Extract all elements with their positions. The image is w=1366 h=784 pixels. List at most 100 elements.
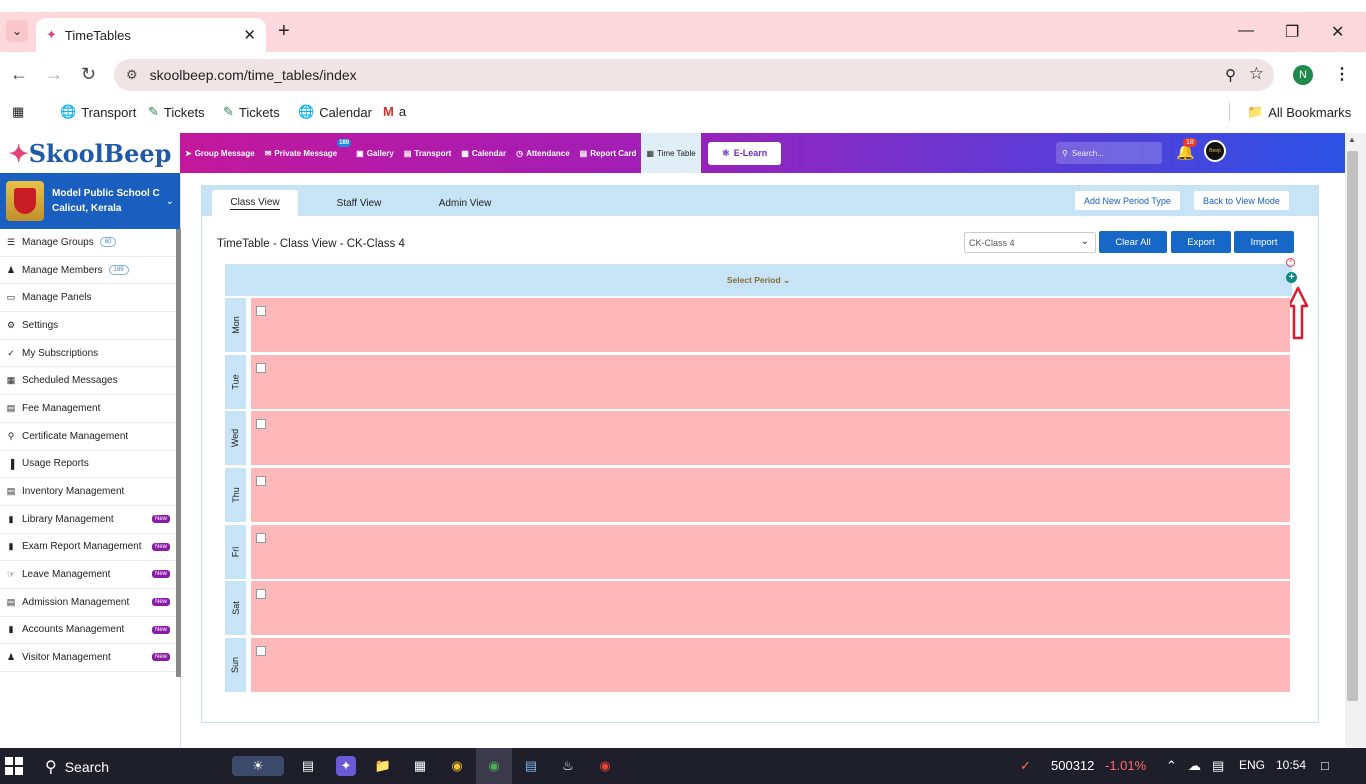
minimize-icon[interactable]: — <box>1238 22 1254 40</box>
import-button[interactable]: Import <box>1234 231 1294 253</box>
nav-report-card[interactable]: ▤ Report Card <box>575 133 642 173</box>
browser-tab[interactable]: ✦ TimeTables ✕ <box>36 18 266 52</box>
language-indicator[interactable]: ENG <box>1239 758 1265 772</box>
sidebar-item-manage-groups[interactable]: ☰ Manage Groups 60 <box>0 229 180 257</box>
sidebar-item-inventory-management[interactable]: ▤ Inventory Management <box>0 478 180 506</box>
news-widget-icon[interactable]: ☀ <box>232 756 284 776</box>
sidebar-item-admission-management[interactable]: ▤ Admission Management New <box>0 589 180 617</box>
nav-transport[interactable]: ▤ Transport <box>399 133 456 173</box>
sidebar-item-manage-panels[interactable]: ▭ Manage Panels <box>0 284 180 313</box>
day-periods-cell[interactable] <box>251 581 1290 635</box>
page-scrollbar[interactable]: ▲ <box>1345 133 1366 747</box>
bookmark-tickets-2[interactable]: ✎ Tickets <box>223 104 280 120</box>
task-view-icon[interactable]: ▤ <box>298 756 318 776</box>
tab-search-chevron-icon[interactable]: ⌄ <box>6 20 28 42</box>
back-arrow-icon[interactable]: ← <box>10 64 28 85</box>
bookmark-gmail[interactable]: Ma <box>383 104 406 119</box>
day-periods-cell[interactable] <box>251 411 1290 465</box>
sidebar-item-usage-reports[interactable]: ▐ Usage Reports <box>0 451 180 479</box>
forward-arrow-icon[interactable]: → <box>45 64 63 85</box>
sidebar-item-library-management[interactable]: ▮ Library Management New <box>0 506 180 534</box>
sidebar-item-accounts-management[interactable]: ▮ Accounts Management New <box>0 617 180 645</box>
header-search-input[interactable]: ⚲ Search... <box>1056 142 1162 164</box>
window-close-icon[interactable]: ✕ <box>1331 22 1344 42</box>
sidebar-item-manage-members[interactable]: ♟ Manage Members 189 <box>0 257 180 285</box>
skoolbeep-logo[interactable]: ✦SkoolBeep <box>0 133 180 173</box>
network-icon[interactable]: ▤ <box>1212 758 1224 774</box>
nav-private-message[interactable]: ✉ Private Message 189 <box>260 133 352 173</box>
all-bookmarks[interactable]: 📁 All Bookmarks <box>1247 104 1351 120</box>
taskbar-search[interactable]: ⚲ Search <box>45 757 109 777</box>
user-avatar[interactable]: Beep <box>1204 140 1226 162</box>
day-periods-cell[interactable] <box>251 525 1290 579</box>
elearn-button[interactable]: ⚛ E-Learn <box>707 141 782 165</box>
scroll-up-icon[interactable]: ▲ <box>1348 135 1356 144</box>
apps-grid-icon[interactable]: ▦ <box>12 104 24 120</box>
day-checkbox[interactable] <box>256 419 266 429</box>
day-periods-cell[interactable] <box>251 355 1290 409</box>
zoom-icon[interactable]: ⚲ <box>1225 66 1236 84</box>
chrome-icon[interactable]: ◉ <box>447 756 467 776</box>
tray-chevron-up-icon[interactable]: ⌃ <box>1166 758 1177 774</box>
windows-start-icon[interactable] <box>5 757 23 775</box>
notifications-icon[interactable]: □ <box>1321 758 1329 773</box>
scrollbar-thumb[interactable] <box>1347 151 1358 701</box>
day-periods-cell[interactable] <box>251 298 1290 352</box>
export-button[interactable]: Export <box>1171 231 1231 253</box>
store-icon[interactable]: ▦ <box>410 756 430 776</box>
nav-time-table[interactable]: ▦ Time Table <box>641 133 701 173</box>
copilot-icon[interactable]: ✦ <box>336 756 356 776</box>
reload-icon[interactable]: ↻ <box>81 64 96 85</box>
new-tab-plus-icon[interactable]: + <box>278 20 290 43</box>
chevron-down-icon[interactable]: ⌄ <box>166 196 174 207</box>
sidebar-item-leave-management[interactable]: ☞ Leave Management New <box>0 561 180 589</box>
url-field[interactable]: ⚙ skoolbeep.com/time_tables/index <box>114 59 1274 91</box>
day-periods-cell[interactable] <box>251 468 1290 522</box>
browser-menu-icon[interactable]: ⋮ <box>1334 64 1350 84</box>
weather-icon[interactable]: ☁ <box>1188 758 1201 774</box>
class-select[interactable]: CK-Class 4 ⌄ <box>964 232 1096 253</box>
nav-gallery[interactable]: ▣ Gallery <box>351 133 399 173</box>
nav-attendance[interactable]: ◷ Attendance <box>511 133 575 173</box>
sidebar-item-certificate-management[interactable]: ⚲ Certificate Management <box>0 423 180 451</box>
profile-avatar[interactable]: N <box>1293 65 1313 85</box>
bookmark-transport[interactable]: 🌐 Transport <box>60 104 136 120</box>
nav-group-message[interactable]: ➤ Group Message <box>180 133 260 173</box>
add-period-icon[interactable]: + <box>1286 272 1297 283</box>
back-to-view-mode-button[interactable]: Back to View Mode <box>1194 191 1289 210</box>
sidebar-item-exam-report-management[interactable]: ▮ Exam Report Management New <box>0 534 180 562</box>
clear-all-button[interactable]: Clear All <box>1099 231 1167 253</box>
clock[interactable]: 10:54 <box>1276 758 1306 772</box>
paint-icon[interactable]: ♨ <box>558 756 578 776</box>
site-settings-icon[interactable]: ⚙ <box>126 67 138 83</box>
sidebar-item-my-subscriptions[interactable]: ✓ My Subscriptions <box>0 340 180 368</box>
sidebar-item-fee-management[interactable]: ▤ Fee Management <box>0 395 180 423</box>
nav-calendar[interactable]: ▦ Calendar <box>456 133 511 173</box>
day-periods-cell[interactable] <box>251 638 1290 692</box>
notepad-icon[interactable]: ▤ <box>521 756 541 776</box>
chrome-active-icon[interactable]: ◉ <box>484 756 504 776</box>
tab-staff-view[interactable]: Staff View <box>314 190 404 216</box>
tab-close-icon[interactable]: ✕ <box>243 26 256 44</box>
tab-class-view[interactable]: Class View <box>212 190 298 216</box>
bookmark-star-icon[interactable]: ☆ <box>1249 64 1264 84</box>
bookmark-tickets-1[interactable]: ✎ Tickets <box>148 104 205 120</box>
sidebar-item-settings[interactable]: ⚙ Settings <box>0 312 180 340</box>
file-explorer-icon[interactable]: 📁 <box>373 756 393 776</box>
day-checkbox[interactable] <box>256 589 266 599</box>
day-checkbox[interactable] <box>256 533 266 543</box>
restore-icon[interactable]: ❐ <box>1285 22 1299 42</box>
day-checkbox[interactable] <box>256 476 266 486</box>
bookmark-calendar[interactable]: 🌐 Calendar <box>298 104 372 120</box>
select-period-dropdown[interactable]: Select Period ⌄ <box>225 264 1292 296</box>
sidebar-item-scheduled-messages[interactable]: ▦ Scheduled Messages <box>0 367 180 396</box>
chrome-profile-icon[interactable]: ◉ <box>595 756 615 776</box>
tab-admin-view[interactable]: Admin View <box>420 190 510 216</box>
school-selector[interactable]: Model Public School C Calicut, Kerala ⌄ <box>0 173 180 229</box>
remove-period-icon[interactable]: × <box>1286 258 1295 267</box>
sidebar-item-visitor-management[interactable]: ♟ Visitor Management New <box>0 644 180 672</box>
day-checkbox[interactable] <box>256 363 266 373</box>
day-checkbox[interactable] <box>256 646 266 656</box>
stock-code[interactable]: 500312 <box>1051 758 1094 773</box>
add-new-period-type-button[interactable]: Add New Period Type <box>1075 191 1180 210</box>
